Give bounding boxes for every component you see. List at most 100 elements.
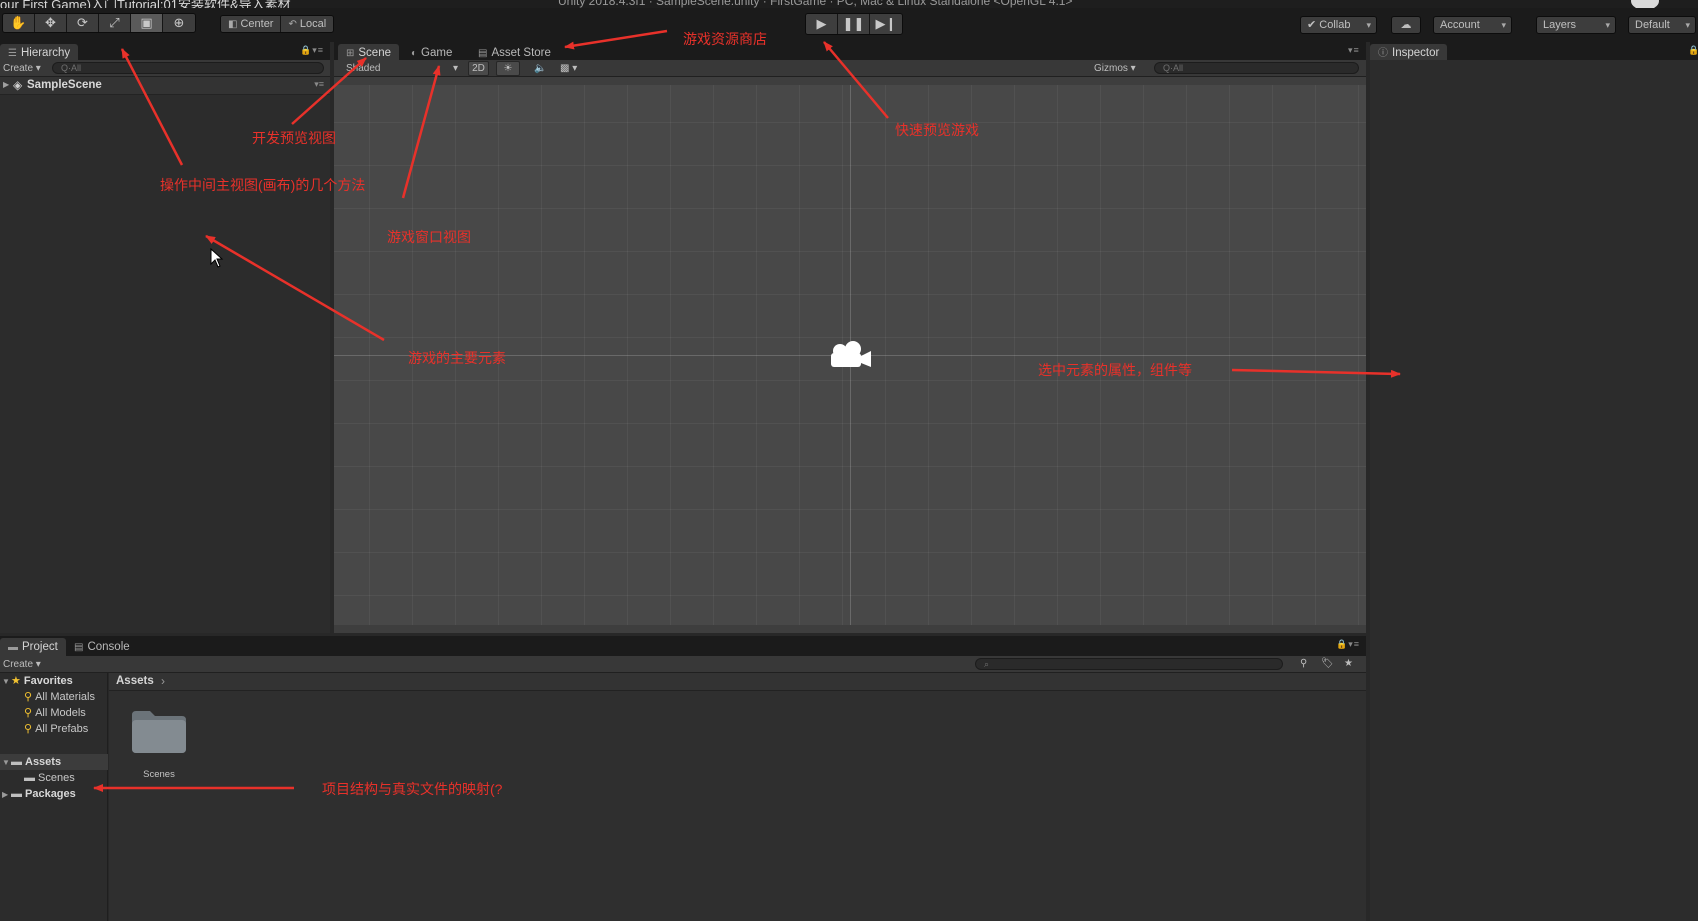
inspector-tab-label: Inspector [1392, 47, 1440, 59]
scene-search-placeholder: Q·All [1163, 63, 1183, 73]
search-icon: ⚲ [24, 707, 33, 719]
scene-tabbar: ⊞ Scene ◐ Game ▤ Asset Store ▾≡ [334, 42, 1366, 62]
effects-dropdown[interactable]: ▩ ▾ [560, 61, 577, 76]
rotate-icon: ⟳ [77, 15, 88, 30]
collab-dropdown[interactable]: ✔ Collab [1300, 16, 1377, 34]
store-icon: ▤ [478, 48, 488, 59]
tree-item-favorites[interactable]: ▼★ Favorites [2, 673, 73, 689]
move-tool-button[interactable]: ✥ [35, 14, 67, 32]
move-icon: ✥ [45, 15, 56, 30]
rotate-tool-button[interactable]: ⟳ [67, 14, 99, 32]
scene-search-input[interactable]: Q·All [1154, 62, 1359, 74]
hand-tool-button[interactable]: ✋ [3, 14, 35, 32]
layout-dropdown[interactable]: Default [1628, 16, 1696, 34]
scene-panel-menu-icon[interactable]: ▾≡ [1348, 45, 1360, 56]
transform-tools: ✋ ✥ ⟳ ⤢ ▣ ⊕ [2, 13, 196, 33]
pivot-icon: ◧ [228, 19, 238, 30]
pause-icon: ❚❚ [842, 16, 865, 31]
step-button[interactable]: ▶❙ [870, 14, 902, 34]
favorite-star-icon[interactable]: ★ [1344, 656, 1353, 671]
space-label: Local [299, 18, 327, 30]
scene-menu-icon[interactable]: ▾≡ [314, 79, 324, 90]
inspector-tabbar: ⓘ Inspector 🔒 [1370, 42, 1698, 62]
filter-type-icon[interactable]: ⚲ [1300, 656, 1307, 671]
lighting-toggle[interactable]: ☀ [496, 61, 520, 76]
expand-arrow-icon[interactable]: ▶ [3, 80, 9, 89]
rect-tool-button[interactable]: ▣ [131, 14, 163, 32]
scene-name: SampleScene [27, 79, 102, 91]
tree-item-all-models[interactable]: ⚲ All Models [24, 705, 86, 721]
favorites-label: Favorites [23, 675, 73, 687]
layers-dropdown[interactable]: Layers [1536, 16, 1616, 34]
breadcrumb: Assets › [109, 673, 1366, 691]
search-icon: ⚲ [24, 691, 33, 703]
star-icon: ★ [11, 675, 21, 687]
audio-toggle[interactable]: 🔈 [534, 61, 546, 76]
pivot-center-toggle[interactable]: ◧ Center [221, 16, 282, 32]
project-tab-label: Project [22, 641, 58, 653]
tree-item-assets[interactable]: ▼▬ Assets [2, 754, 61, 770]
play-icon: ▶ [816, 16, 827, 31]
pivot-local-toggle[interactable]: ↶ Local [281, 16, 334, 32]
hierarchy-tab-label: Hierarchy [20, 47, 71, 59]
project-create-dropdown[interactable]: Create ▾ [3, 657, 41, 672]
step-icon: ▶❙ [875, 16, 897, 31]
console-tab-label: Console [87, 641, 130, 653]
scene-view-canvas[interactable] [334, 85, 1366, 625]
2d-toggle[interactable]: 2D [468, 61, 489, 76]
play-button[interactable]: ▶ [806, 14, 838, 34]
scenes-label: Scenes [38, 772, 75, 784]
pause-button[interactable]: ❚❚ [838, 14, 870, 34]
hierarchy-search-input[interactable]: Q·All [52, 62, 324, 74]
inspector-panel [1370, 60, 1698, 921]
expand-arrow-icon[interactable]: ▼ [2, 674, 11, 690]
image-icon: ▩ [560, 63, 570, 74]
rect-tool-icon: ▣ [140, 15, 153, 30]
window-avatar-button[interactable] [1631, 0, 1659, 8]
shading-mode-dropdown[interactable]: Shaded ▾ [346, 61, 458, 76]
tab-console[interactable]: ▤ Console [66, 638, 138, 656]
tab-project[interactable]: ▬ Project [0, 638, 66, 656]
tree-item-all-materials[interactable]: ⚲ All Materials [24, 689, 95, 705]
2d-label: 2D [472, 63, 485, 74]
hierarchy-create-dropdown[interactable]: Create ▾ [3, 61, 41, 76]
unity-scene-icon: ◈ [13, 78, 23, 92]
project-search-input[interactable]: ⌕ [975, 658, 1283, 670]
expand-arrow-icon[interactable]: ▶ [2, 787, 11, 803]
project-toolbar: Create ▾ ⌕ ⚲ 🏷 ★ [0, 656, 1366, 673]
tree-item-all-prefabs[interactable]: ⚲ All Prefabs [24, 721, 88, 737]
inspector-lock-icon[interactable]: 🔒 [1688, 45, 1698, 56]
folder-icon: ▬ [24, 772, 35, 784]
expand-arrow-icon[interactable]: ▼ [2, 755, 11, 771]
tree-item-scenes[interactable]: ▬ Scenes [24, 770, 75, 786]
scene-tab-label: Scene [358, 47, 391, 59]
scale-tool-button[interactable]: ⤢ [99, 14, 131, 32]
account-dropdown[interactable]: Account [1433, 16, 1512, 34]
transform-tool-button[interactable]: ⊕ [163, 14, 195, 32]
panel-lock-menu-icon[interactable]: 🔒▾≡ [300, 45, 324, 56]
tree-item-packages[interactable]: ▶ ▬ Packages [2, 786, 76, 802]
favorite-label: All Models [35, 707, 86, 719]
speaker-icon: 🔈 [534, 63, 547, 74]
scene-row-samplescene[interactable]: ▶ ◈ SampleScene ▾≡ [0, 77, 330, 95]
breadcrumb-assets[interactable]: Assets [116, 675, 154, 687]
pivot-label: Center [240, 18, 274, 30]
project-create-label: Create [3, 659, 34, 670]
folder-tab-icon: ▬ [8, 642, 18, 653]
gizmos-dropdown[interactable]: Gizmos ▾ [1094, 61, 1136, 76]
folder-icon: ▬ [11, 756, 22, 768]
cloud-button[interactable]: ☁ [1391, 16, 1421, 34]
camera-gizmo-icon[interactable] [827, 339, 875, 371]
play-controls: ▶ ❚❚ ▶❙ [805, 13, 903, 35]
create-label: Create [3, 63, 34, 74]
project-panel-menu-icon[interactable]: 🔒▾≡ [1336, 639, 1360, 650]
filter-label-icon[interactable]: 🏷 [1321, 656, 1334, 671]
account-label: Account [1440, 19, 1480, 31]
folder-icon[interactable] [130, 709, 188, 755]
transform-icon: ⊕ [173, 15, 185, 30]
asset-store-tab-label: Asset Store [491, 47, 551, 59]
collab-label: Collab [1319, 19, 1351, 31]
hand-icon: ✋ [10, 15, 27, 30]
console-icon: ▤ [74, 642, 84, 653]
favorite-label: All Prefabs [35, 723, 89, 735]
